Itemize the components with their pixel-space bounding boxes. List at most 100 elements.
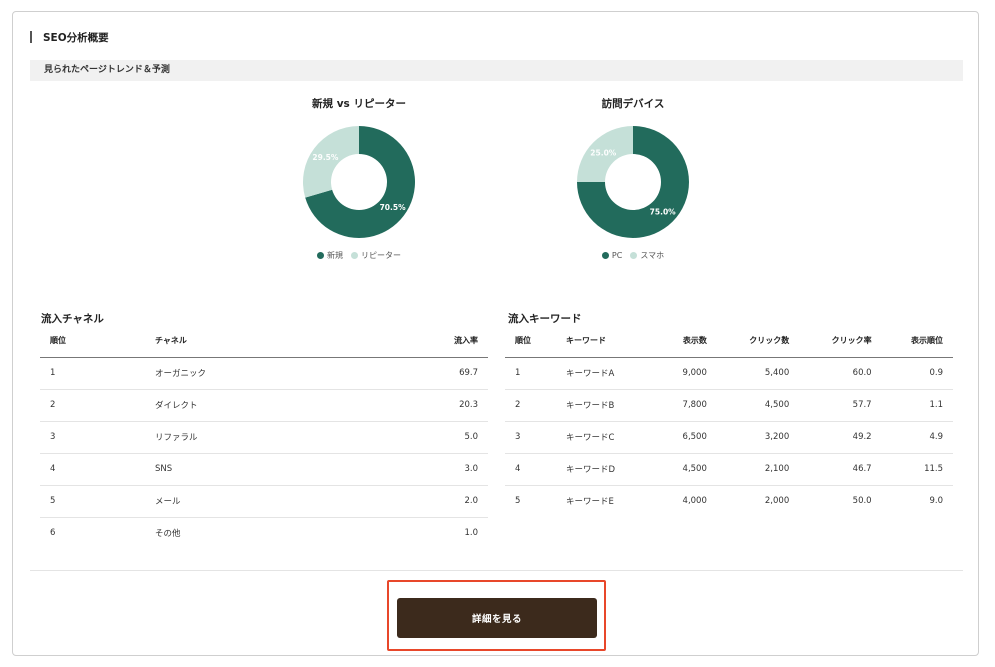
column-header: キーワード xyxy=(556,325,656,358)
channels-table: 順位 チャネル 流入率 1 オーガニック 69.7 2 ダイレクト 20.3 3 リファラル 5… xyxy=(40,325,488,549)
legend-swatch xyxy=(630,252,638,259)
table-cell: 4 xyxy=(505,453,556,486)
table-row: 2 ダイレクト 20.3 xyxy=(40,389,488,422)
table-row: 1 オーガニック 69.7 xyxy=(40,357,488,390)
card-header: SEO分析概要 xyxy=(30,30,109,44)
title-accent-bar xyxy=(30,31,32,43)
table-cell: 2 xyxy=(40,389,145,422)
table-cell: 9,000 xyxy=(656,357,717,390)
table-row: 3 キーワードC 6,500 3,200 49.2 4.9 xyxy=(505,421,953,454)
seo-summary-card: SEO分析概要 見られたページトレンド＆予測 新規 vs リピーター 70.5%… xyxy=(12,11,979,656)
table-cell: オーガニック xyxy=(145,357,357,390)
table-cell: その他 xyxy=(155,529,181,540)
table-cell: 5,400 xyxy=(716,357,800,390)
keywords-title: 流入キーワード xyxy=(508,313,582,325)
table-cell: 4.9 xyxy=(881,421,953,454)
table-cell: 6,500 xyxy=(656,421,717,454)
table-cell: 11.5 xyxy=(881,453,953,486)
table-header-row: 順位 チャネル 流入率 xyxy=(40,325,488,358)
slice-label: 70.5% xyxy=(380,203,407,212)
table-cell: 5 xyxy=(40,485,145,518)
donut-chart: 75.0% 25.0% xyxy=(577,126,689,238)
table-cell: 2 xyxy=(505,389,556,422)
view-details-button[interactable]: 詳細を見る xyxy=(397,598,597,638)
table-cell: キーワードC xyxy=(556,421,656,454)
table-cell: リファラル xyxy=(145,421,357,454)
table-cell: 3 xyxy=(505,421,556,454)
section-subheader: 見られたページトレンド＆予測 xyxy=(30,60,963,81)
visit-device-chart: 訪問デバイス 75.0% 25.0% PC スマホ xyxy=(553,96,713,261)
table-cell: 50.0 xyxy=(852,496,872,507)
table-cell: ダイレクト xyxy=(145,389,357,422)
table-cell: 3 xyxy=(40,421,145,454)
table-row: 2 キーワードB 7,800 4,500 57.7 1.1 xyxy=(505,389,953,422)
table-cell: 2,100 xyxy=(716,453,800,486)
donut-chart: 70.5% 29.5% xyxy=(303,126,415,238)
table-cell: 1.0 xyxy=(464,528,478,539)
legend-item: 新規 xyxy=(317,250,343,261)
legend-item: スマホ xyxy=(630,250,664,261)
column-header: 流入率 xyxy=(356,325,488,358)
column-header: クリック数 xyxy=(716,325,800,358)
table-cell: 1.1 xyxy=(881,389,953,422)
table-row: 4 キーワードD 4,500 2,100 46.7 11.5 xyxy=(505,453,953,486)
table-header-row: 順位 キーワード 表示数 クリック数 クリック率 表示順位 xyxy=(505,325,953,358)
slice-label: 29.5% xyxy=(312,153,339,162)
table-cell: 3.0 xyxy=(356,453,488,486)
table-cell: 60.0 xyxy=(799,357,882,390)
slice-label: 75.0% xyxy=(650,208,677,217)
legend-swatch xyxy=(601,252,609,259)
chart-title: 訪問デバイス xyxy=(601,98,665,110)
table-cell: 1 xyxy=(505,357,556,390)
legend-swatch xyxy=(317,252,324,259)
legend-label: リピーター xyxy=(361,251,401,260)
legend-label: 新規 xyxy=(327,251,343,260)
column-header: 順位 xyxy=(505,325,556,358)
table-cell: キーワードA xyxy=(556,357,656,390)
channels-title: 流入チャネル xyxy=(41,313,104,325)
chart-legend: PC スマホ xyxy=(553,250,713,261)
table-cell: 9.0 xyxy=(929,496,943,507)
chart-legend: 新規 リピーター xyxy=(279,250,439,261)
table-cell: キーワードE xyxy=(566,497,614,508)
table-row: 5 キーワードE 4,000 2,000 50.0 9.0 xyxy=(505,485,953,517)
table-cell: 5.0 xyxy=(356,421,488,454)
table-cell: 46.7 xyxy=(799,453,882,486)
table-row: 3 リファラル 5.0 xyxy=(40,421,488,454)
legend-item: PC xyxy=(601,250,623,261)
chart-title: 新規 vs リピーター xyxy=(312,98,406,110)
table-cell: 2,000 xyxy=(764,496,790,507)
table-cell: 4,000 xyxy=(682,496,707,507)
table-row: 5 メール 2.0 xyxy=(40,485,488,518)
table-row: 4 SNS 3.0 xyxy=(40,453,488,486)
table-cell: 3,200 xyxy=(716,421,800,454)
table-cell: キーワードD xyxy=(556,453,656,486)
card-title: SEO分析概要 xyxy=(43,31,109,44)
slice-label: 25.0% xyxy=(590,148,617,157)
table-cell: 2.0 xyxy=(356,485,488,518)
table-cell: メール xyxy=(145,485,357,518)
section-divider xyxy=(30,570,963,571)
table-cell: 69.7 xyxy=(356,357,488,390)
table-cell: 4,500 xyxy=(716,389,800,422)
legend-label: PC xyxy=(611,251,623,260)
table-row: 6 その他 1.0 xyxy=(40,517,488,549)
table-cell: SNS xyxy=(145,453,357,486)
table-cell: 4,500 xyxy=(656,453,717,486)
legend-label: スマホ xyxy=(640,251,665,260)
column-header: チャネル xyxy=(145,325,357,358)
column-header: 表示数 xyxy=(656,325,717,358)
table-cell: キーワードB xyxy=(556,389,656,422)
table-cell: 1 xyxy=(40,357,145,390)
legend-item: リピーター xyxy=(351,250,401,261)
table-cell: 4 xyxy=(40,453,145,486)
table-cell: 49.2 xyxy=(799,421,882,454)
table-cell: 6 xyxy=(50,528,56,539)
column-header: クリック率 xyxy=(799,325,882,358)
table-cell: 0.9 xyxy=(881,357,953,390)
table-cell: 20.3 xyxy=(356,389,488,422)
new-vs-repeat-chart: 新規 vs リピーター 70.5% 29.5% 新規 リピーター xyxy=(279,96,439,261)
table-cell: 7,800 xyxy=(656,389,717,422)
keywords-table: 順位 キーワード 表示数 クリック数 クリック率 表示順位 1 キーワードA 9,0… xyxy=(505,325,953,517)
donut-slice-secondary xyxy=(303,126,359,198)
